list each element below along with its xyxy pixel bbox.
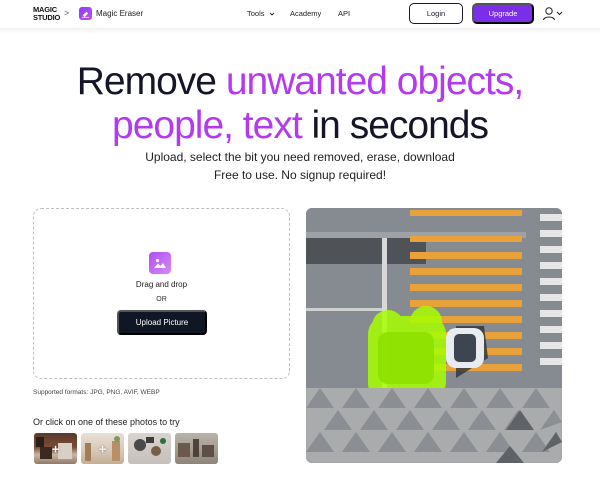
plus-icon: + [98, 441, 107, 456]
top-header: MAGIC STUDIO > Magic Eraser Tools Academ… [0, 0, 600, 28]
hero-line-1: Remove unwanted objects, [0, 60, 600, 104]
sample-photo-1[interactable]: + [34, 433, 77, 464]
chevron-down-icon [269, 12, 274, 16]
hero-subtitle-1: Upload, select the bit you need removed,… [145, 150, 455, 164]
breadcrumb-separator: > [64, 8, 70, 18]
image-icon [149, 252, 171, 274]
hero-plain-2: in seconds [301, 104, 489, 147]
sample-photo-2[interactable]: + [81, 433, 124, 464]
supported-formats-text: Supported formats: JPG, PNG, AVIF, WEBP [33, 389, 160, 396]
user-icon [543, 7, 563, 21]
magic-eraser-icon [79, 7, 92, 20]
plus-icon: + [51, 441, 60, 456]
sample-photo-3[interactable] [128, 433, 171, 464]
hero-plain-1: Remove [76, 60, 226, 103]
hero-title: Remove unwanted objects, people, text in… [0, 60, 600, 148]
or-text: OR [156, 296, 167, 303]
app-name[interactable]: Magic Eraser [96, 9, 143, 18]
demo-preview-image [306, 208, 562, 463]
drag-and-drop-text: Drag and drop [135, 280, 188, 289]
sample-photos-label: Or click on one of these photos to try [33, 417, 180, 427]
nav-academy-link[interactable]: Academy [290, 9, 321, 18]
magic-studio-logo[interactable]: MAGIC STUDIO [33, 6, 60, 23]
upgrade-button[interactable]: Upgrade [472, 3, 534, 24]
hero-line-2: people, text in seconds [0, 104, 600, 148]
sample-photo-4[interactable] [175, 433, 218, 464]
login-button[interactable]: Login [409, 3, 463, 24]
hero-subtitle-2: Free to use. No signup required! [213, 168, 387, 182]
upload-picture-button[interactable]: Upload Picture [117, 310, 207, 335]
logo-line2: STUDIO [33, 13, 61, 22]
header-divider [0, 28, 600, 34]
hero-accent-2: people, text [112, 104, 303, 147]
hero-accent-1: unwanted objects, [225, 60, 524, 103]
upload-dropzone[interactable] [33, 208, 290, 379]
user-menu[interactable] [542, 6, 564, 22]
nav-tools-menu[interactable]: Tools [247, 9, 275, 18]
nav-tools-label: Tools [247, 9, 265, 18]
nav-api-link[interactable]: API [338, 9, 350, 18]
